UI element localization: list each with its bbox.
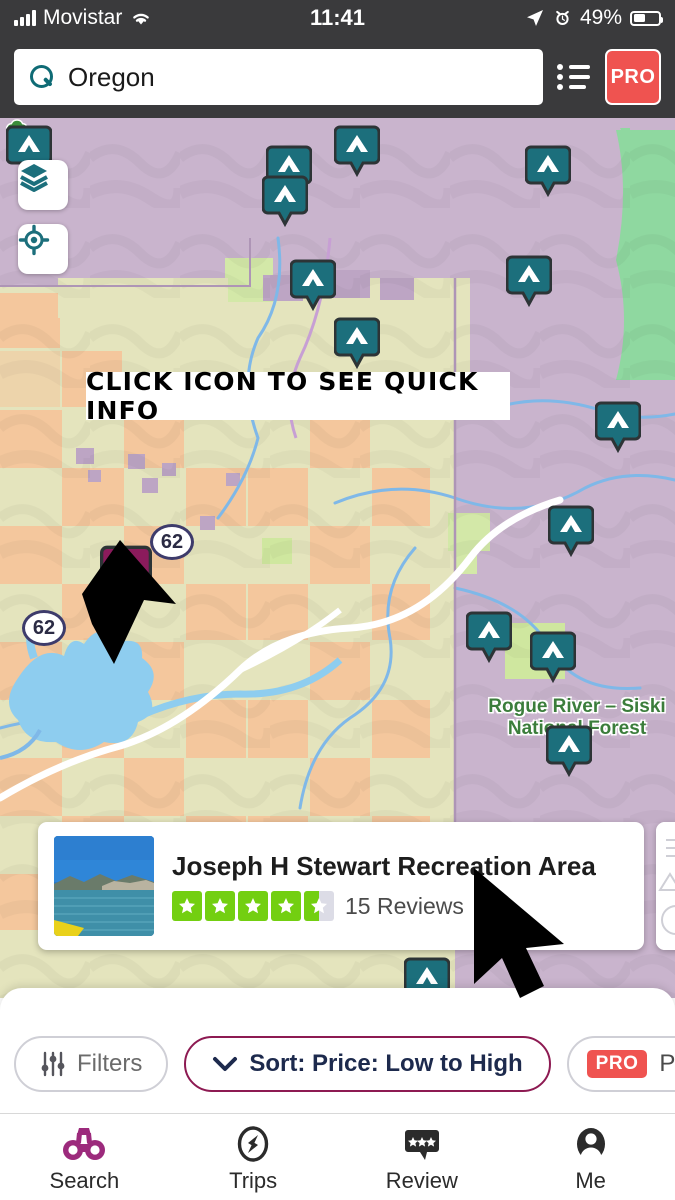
layers-icon [20, 164, 48, 192]
campsite-pin[interactable] [525, 144, 571, 200]
wifi-icon [133, 13, 150, 25]
search-bar: Oregon PRO [0, 36, 675, 118]
tab-me[interactable]: Me [506, 1114, 675, 1200]
status-bar-left: Movistar [14, 6, 153, 30]
tab-label-me: Me [575, 1167, 606, 1193]
status-bar-right: 49% [525, 6, 663, 30]
list-view-icon[interactable] [557, 64, 591, 90]
map-layers-button[interactable] [18, 160, 68, 210]
campsite-pin[interactable] [466, 610, 512, 666]
status-bar: Movistar 11:41 49% [0, 0, 675, 36]
alarm-clock-icon [556, 10, 569, 26]
star-icon [172, 891, 202, 921]
tab-search[interactable]: Search [0, 1114, 169, 1200]
review-bubble-icon [404, 1129, 439, 1160]
tab-label-trips: Trips [229, 1167, 278, 1193]
mouse-cursor-icon [474, 868, 564, 998]
highway-shield: 62 [22, 610, 66, 646]
campsite-pin[interactable] [290, 258, 336, 314]
tab-label-search: Search [49, 1167, 120, 1193]
filters-label: Filters [77, 1050, 143, 1077]
campsite-pin[interactable] [548, 504, 594, 560]
person-icon [576, 1127, 605, 1161]
star-icon [238, 891, 268, 921]
pro-badge: PRO [586, 1050, 648, 1078]
location-arrow-icon [526, 10, 543, 26]
sort-label: Sort: Price: Low to High [249, 1050, 523, 1077]
filters-button[interactable]: Filters [14, 1036, 169, 1092]
locate-icon [18, 224, 50, 256]
search-icon [30, 65, 54, 89]
star-icon [271, 891, 301, 921]
pro-button[interactable]: PRO [605, 49, 661, 105]
signal-bars-icon [14, 10, 36, 26]
tab-bar: Search Trips Review Me [0, 1113, 675, 1200]
battery-icon [630, 10, 663, 26]
campsite-pin[interactable] [262, 174, 308, 230]
campsite-pin[interactable] [546, 724, 592, 780]
half-star-icon [304, 891, 334, 921]
filter-bar: Filters Sort: Price: Low to High PRO PRO… [0, 1033, 675, 1095]
sort-button[interactable]: Sort: Price: Low to High [184, 1036, 551, 1092]
campsite-pin[interactable] [530, 630, 576, 686]
pointer-arrow-icon [82, 540, 176, 664]
campsite-pin[interactable] [334, 316, 380, 372]
reviews-count: 15 Reviews [345, 892, 464, 919]
peek-thumbnail [656, 822, 675, 950]
search-input-value: Oregon [68, 61, 155, 92]
bottom-sheet: Filters Sort: Price: Low to High PRO PRO… [0, 988, 675, 1113]
tab-label-review: Review [385, 1167, 458, 1193]
campsite-pin[interactable] [334, 124, 380, 180]
map-locate-button[interactable] [18, 224, 68, 274]
binoculars-icon [63, 1127, 106, 1160]
carrier-name: Movistar [43, 6, 123, 29]
lake-photo-thumbnail [54, 836, 154, 936]
tab-trips[interactable]: Trips [169, 1114, 338, 1200]
sliders-icon [41, 1051, 65, 1077]
star-icon [205, 891, 235, 921]
listing-card-next-peek[interactable] [656, 822, 675, 950]
campsite-pin[interactable] [506, 254, 552, 310]
tab-review[interactable]: Review [338, 1114, 507, 1200]
compass-icon [237, 1125, 269, 1162]
rating-stars [172, 891, 334, 921]
pro-filter-button[interactable]: PRO PRO I [566, 1036, 675, 1092]
battery-percent: 49% [579, 6, 622, 29]
chevron-down-icon [213, 1057, 238, 1071]
listing-thumbnail [54, 836, 154, 936]
pro-filter-label: PRO I [659, 1050, 675, 1077]
campsite-pin[interactable] [595, 400, 641, 456]
search-input[interactable]: Oregon [14, 49, 543, 105]
listing-card-carousel: Joseph H Stewart Recreation Area 15 Revi… [0, 818, 675, 998]
callout-click-icon: CLICK ICON TO SEE QUICK INFO [86, 367, 510, 425]
